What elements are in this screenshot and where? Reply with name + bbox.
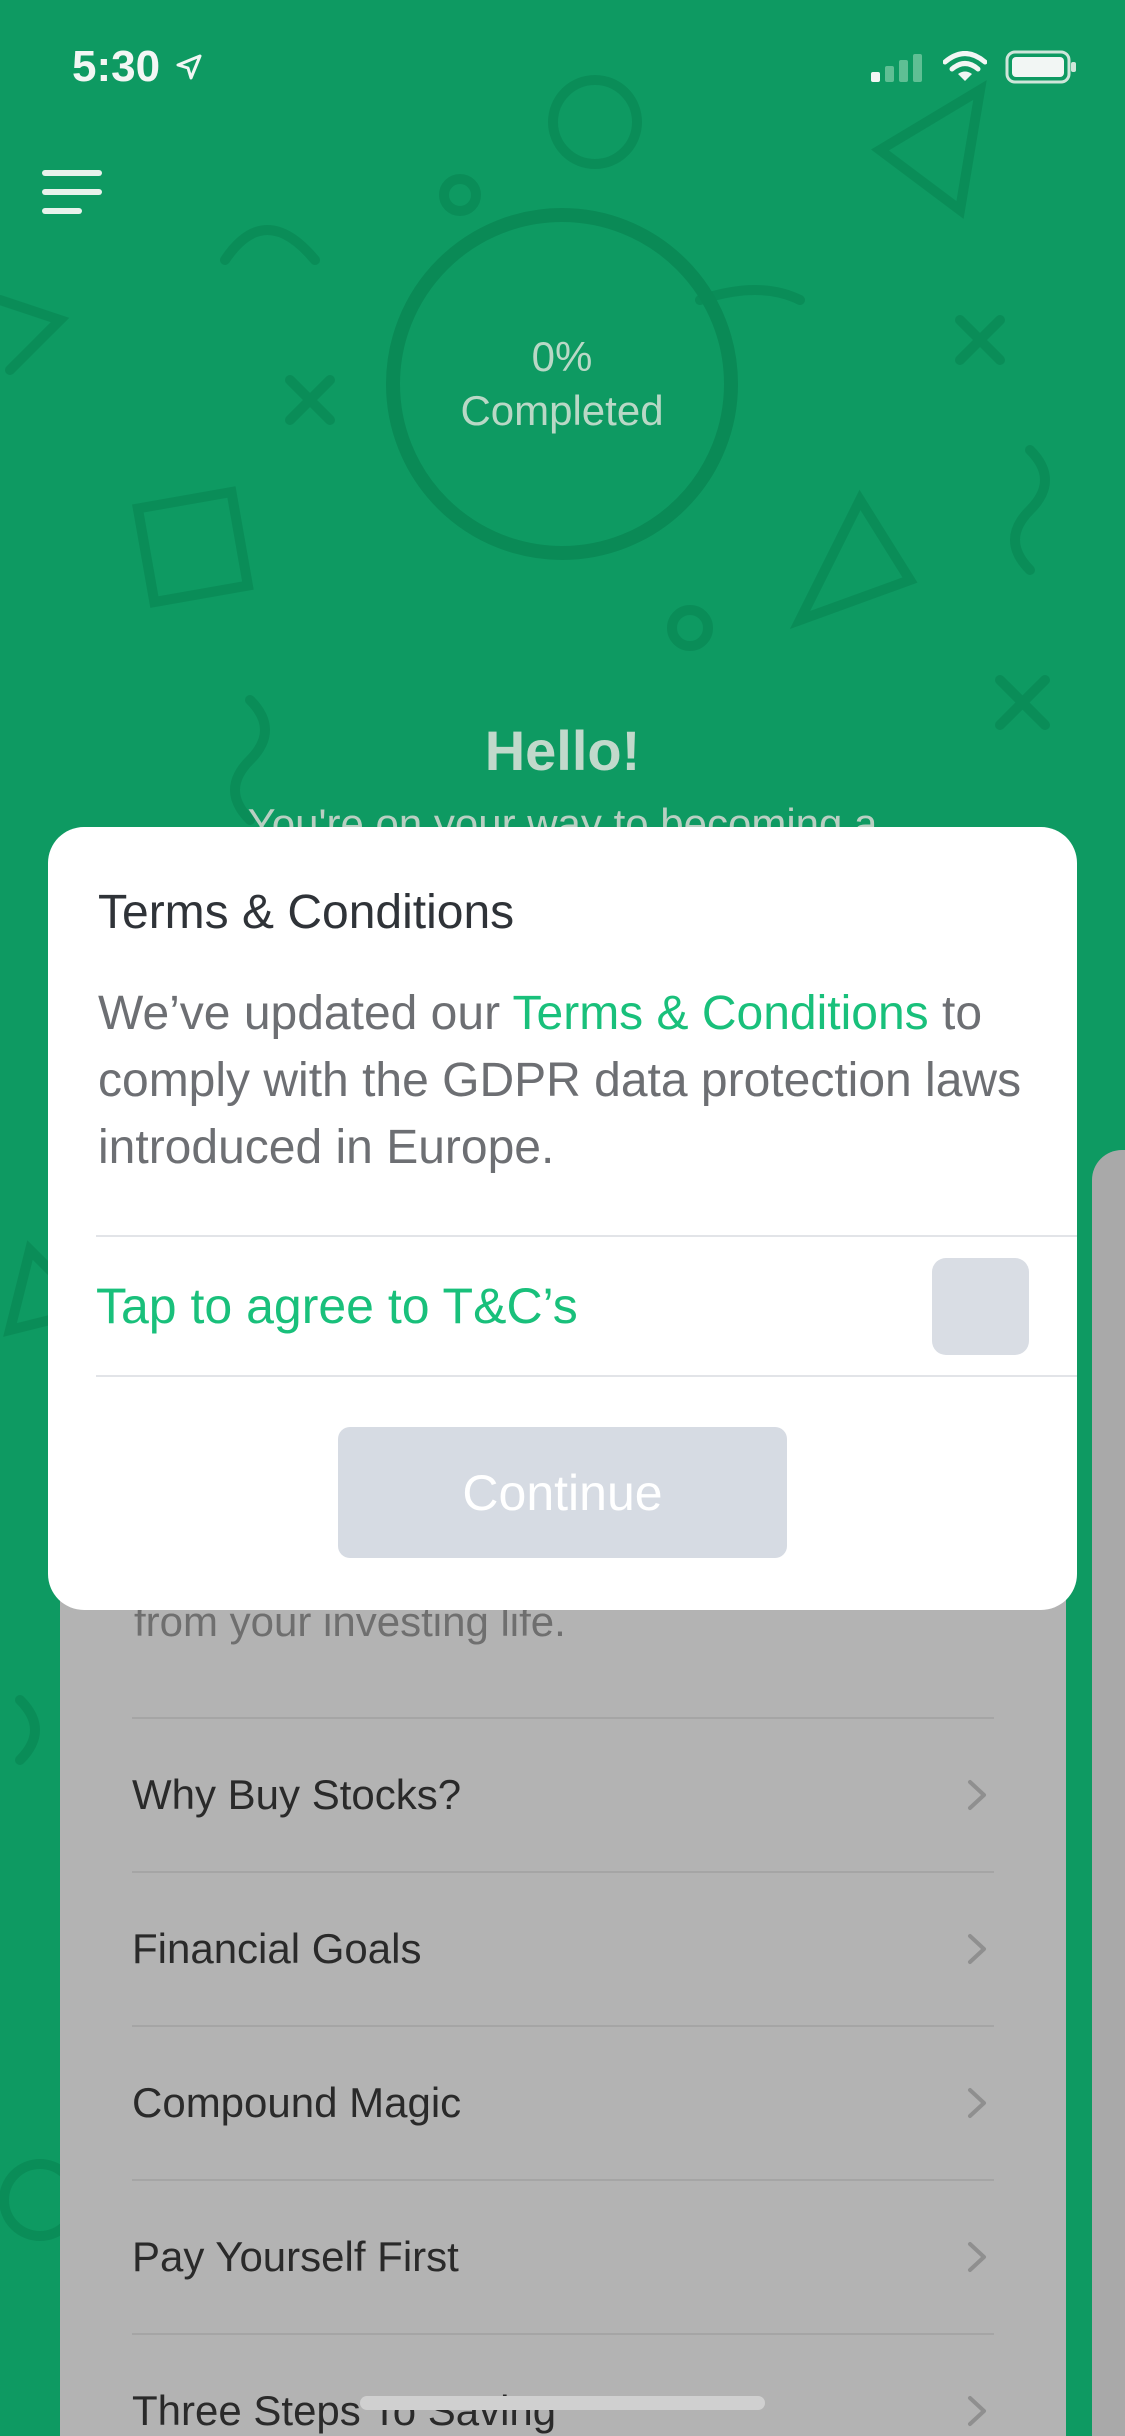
list-item-label: Financial Goals bbox=[132, 1925, 422, 1972]
terms-link[interactable]: Terms & Conditions bbox=[513, 987, 929, 1040]
list-item[interactable]: Financial Goals bbox=[132, 1871, 994, 2025]
lesson-list: Why Buy Stocks? Financial Goals Compound… bbox=[132, 1717, 994, 2436]
list-item-label: Three Steps To Saving bbox=[132, 2387, 557, 2434]
agree-label[interactable]: Tap to agree to T&C’s bbox=[96, 1277, 578, 1335]
status-icons bbox=[869, 50, 1077, 84]
agree-checkbox[interactable] bbox=[932, 1257, 1029, 1355]
list-item-label: Pay Yourself First bbox=[132, 2233, 459, 2280]
modal-title: Terms & Conditions bbox=[98, 886, 515, 939]
list-item[interactable]: Why Buy Stocks? bbox=[132, 1717, 994, 1871]
chevron-right-icon bbox=[968, 2396, 986, 2426]
signal-icon bbox=[871, 54, 922, 82]
continue-button[interactable]: Continue bbox=[338, 1427, 787, 1558]
list-item-label: Why Buy Stocks? bbox=[132, 1771, 462, 1818]
list-item[interactable]: Pay Yourself First bbox=[132, 2179, 994, 2333]
list-item-label: Compound Magic bbox=[132, 2079, 462, 2126]
home-indicator[interactable] bbox=[360, 2396, 765, 2410]
wifi-icon bbox=[943, 51, 987, 81]
chevron-right-icon bbox=[968, 2242, 986, 2272]
greeting-title: Hello! bbox=[484, 719, 641, 782]
side-card-peek bbox=[1092, 1150, 1125, 2436]
list-item[interactable]: Compound Magic bbox=[132, 2025, 994, 2179]
modal-body-prefix: We’ve updated our bbox=[98, 987, 513, 1040]
list-item[interactable]: Three Steps To Saving bbox=[132, 2333, 994, 2436]
chevron-right-icon bbox=[968, 2088, 986, 2118]
chevron-right-icon bbox=[968, 1934, 986, 1964]
location-arrow-icon bbox=[176, 54, 202, 80]
progress-readout: 0% Completed bbox=[386, 330, 738, 438]
terms-modal: Terms & Conditions We’ve updated our Ter… bbox=[48, 827, 1077, 1610]
status-bar: 5:30 bbox=[0, 0, 1125, 140]
status-time-label: 5:30 bbox=[72, 42, 161, 91]
progress-percent: 0% bbox=[531, 333, 593, 380]
hamburger-menu-icon[interactable] bbox=[42, 168, 102, 216]
modal-body: We’ve updated our Terms & Conditions to … bbox=[98, 980, 1038, 1181]
agree-row[interactable]: Tap to agree to T&C’s bbox=[96, 1235, 1077, 1377]
app-screen: 5:30 0% Completed Hello! You're on your … bbox=[0, 0, 1125, 2436]
progress-label: Completed bbox=[460, 387, 664, 434]
chevron-right-icon bbox=[968, 1780, 986, 1810]
status-time: 5:30 bbox=[72, 42, 204, 92]
battery-icon bbox=[1005, 50, 1076, 84]
